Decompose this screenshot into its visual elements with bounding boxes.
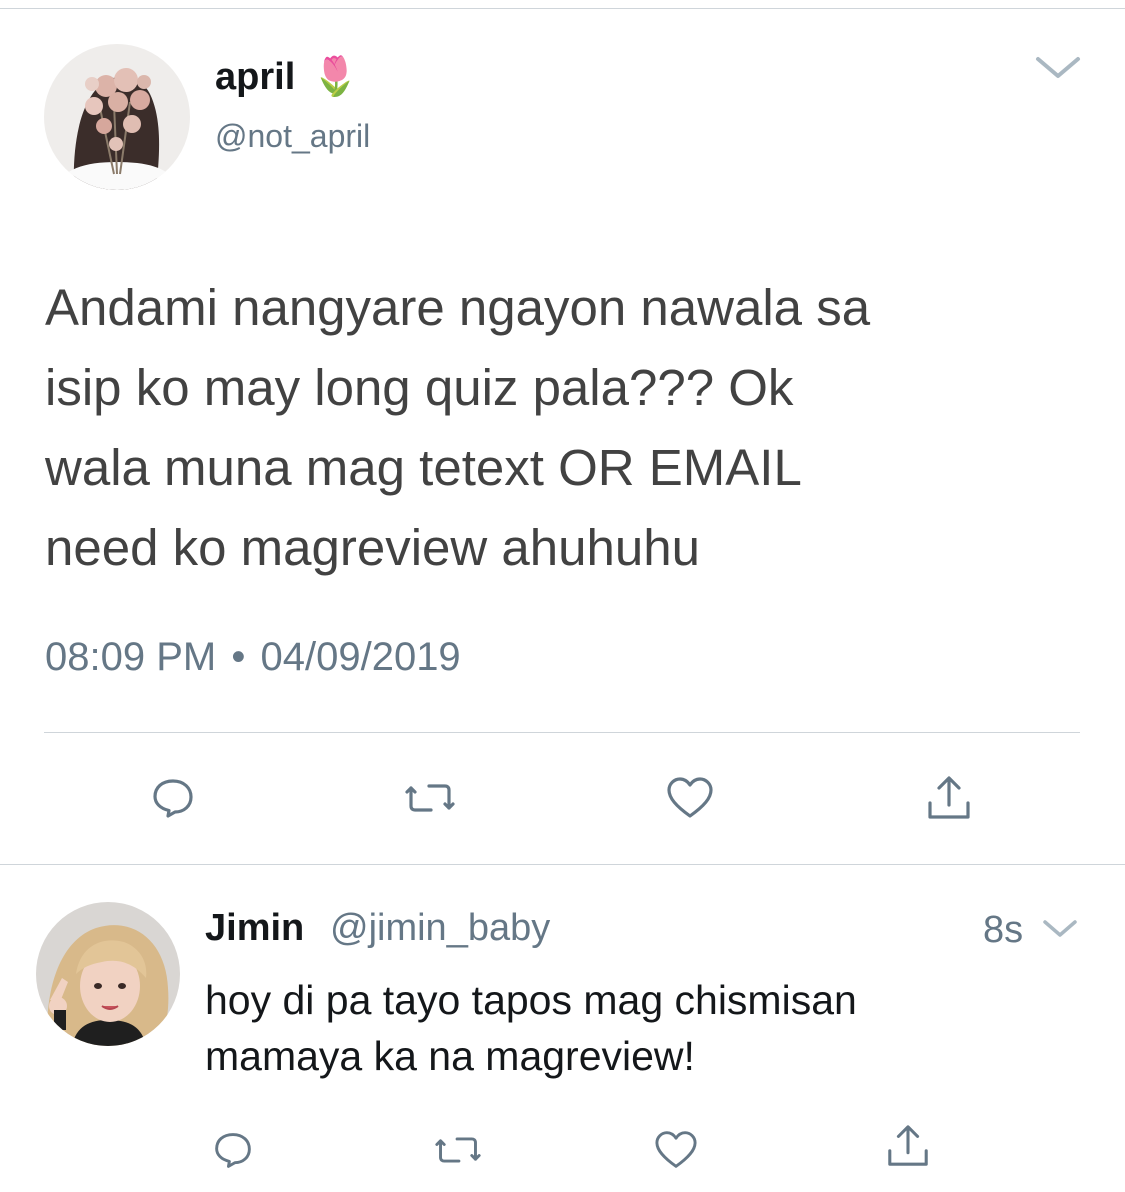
share-button[interactable] [921, 770, 977, 826]
like-icon [667, 777, 713, 818]
chevron-down-icon [1043, 920, 1077, 937]
like-button[interactable] [662, 770, 718, 826]
share-button[interactable] [880, 1118, 936, 1174]
retweet-button[interactable] [402, 770, 458, 826]
tweet-text: hoy di pa tayo tapos mag chismisan mamay… [205, 977, 857, 1079]
share-icon [928, 776, 970, 819]
reply-icon [215, 1133, 251, 1168]
profile-photo-blonde-icon [36, 902, 180, 1046]
share-icon [888, 1125, 928, 1166]
tweet-text: Andami nangyare ngayon nawala sa isip ko… [45, 279, 871, 576]
reply-button[interactable] [145, 770, 201, 826]
like-icon [655, 1131, 697, 1168]
author-name[interactable]: Jimin [205, 905, 304, 951]
tweet-timestamp[interactable]: 08:09 PM • 04/09/2019 [45, 632, 461, 682]
tweet-menu-chevron[interactable] [1040, 917, 1080, 941]
tulip-emoji: 🌷 [311, 56, 360, 98]
actions-divider [44, 732, 1080, 733]
top-divider [0, 8, 1125, 9]
retweet-button[interactable] [430, 1122, 486, 1178]
author-name[interactable]: april 🌷 [215, 54, 359, 100]
author-handle[interactable]: @not_april [215, 116, 370, 156]
author-handle[interactable]: @jimin_baby [330, 905, 550, 951]
retweet-icon [405, 784, 455, 812]
reply-icon [153, 779, 193, 818]
profile-photo-flowers-icon [44, 44, 190, 190]
avatar[interactable] [44, 44, 190, 190]
like-button[interactable] [648, 1122, 704, 1178]
avatar[interactable] [36, 902, 180, 1046]
tweet-age[interactable]: 8s [983, 907, 1023, 953]
chevron-down-icon [1036, 57, 1080, 78]
tweet-separator [0, 864, 1125, 865]
tweet-menu-chevron[interactable] [1032, 52, 1084, 82]
retweet-icon [435, 1137, 481, 1163]
reply-button[interactable] [205, 1122, 261, 1178]
